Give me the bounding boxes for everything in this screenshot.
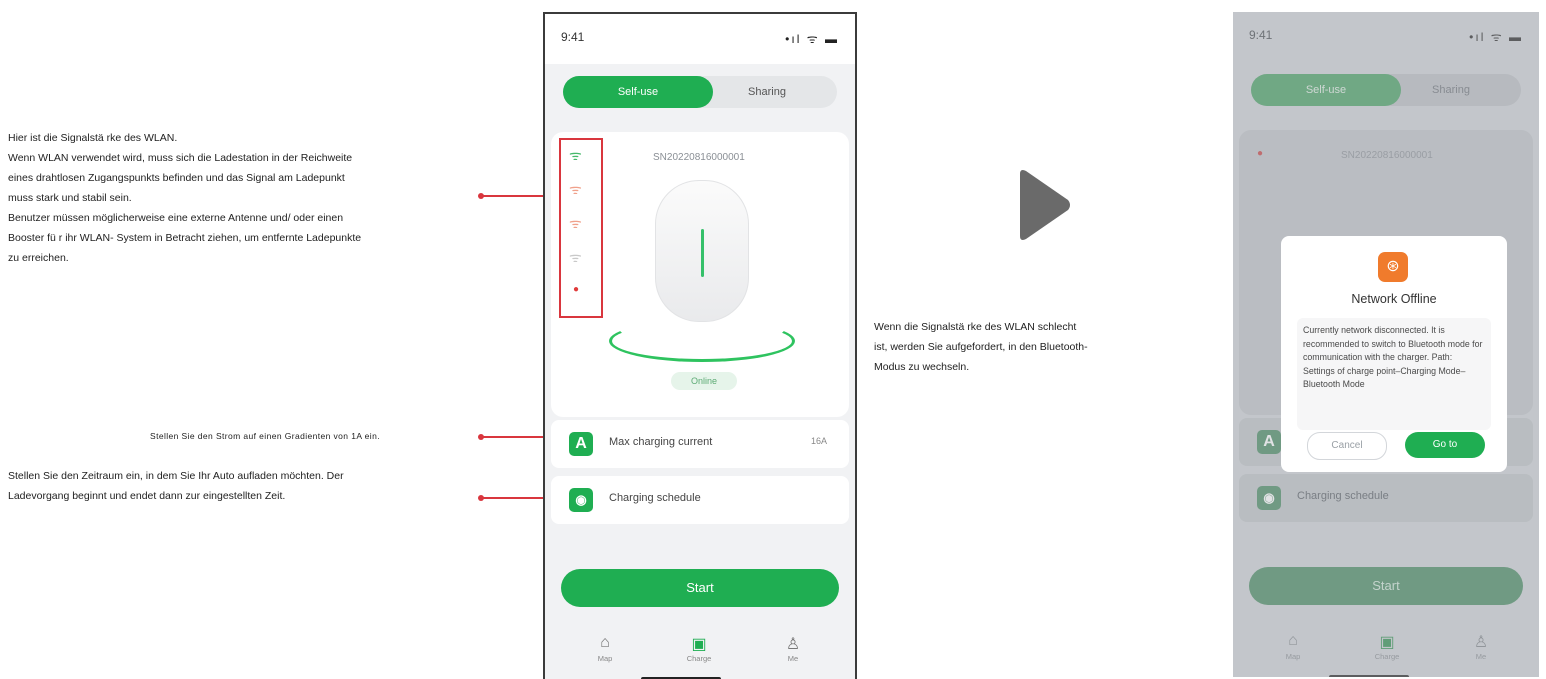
annotation-line: Modus zu wechseln. (874, 361, 970, 373)
cancel-button[interactable]: Cancel (1307, 432, 1387, 460)
mode-switch: Self-use Sharing (563, 76, 837, 108)
signal-annotation: Hier ist die Signalstä rke des WLAN. Wen… (8, 128, 361, 268)
current-icon: A (569, 432, 593, 456)
wifi-highlight-box (559, 138, 603, 318)
annotation-line: Stellen Sie den Zeitraum ein, in dem Sie… (8, 470, 344, 482)
nav-label: Map (597, 654, 613, 663)
status-bar: 9:41 •ıl ᯤ ▬ (545, 14, 855, 64)
charger-status-ring (609, 320, 795, 362)
annotation-line: muss stark und stabil sein. (8, 192, 132, 204)
status-icons: •ıl ᯤ ▬ (785, 32, 839, 46)
annotation-line: Stellen Sie den Strom auf einen Gradient… (150, 431, 380, 441)
annotation-line: zu erreichen. (8, 252, 69, 264)
charging-schedule-label: Charging schedule (609, 492, 701, 504)
nav-map[interactable]: ⌂ Map (575, 634, 635, 663)
status-badge: Online (671, 372, 737, 390)
nav-charge[interactable]: ▣ Charge (669, 634, 729, 663)
charger-device-image (655, 180, 749, 322)
phone-screen-main: 9:41 •ıl ᯤ ▬ Self-use Sharing SN20220816… (543, 12, 857, 679)
dialog-title: Network Offline (1351, 292, 1437, 306)
go-to-button[interactable]: Go to (1405, 432, 1485, 458)
phone-screen-offline: 9:41 •ıl ᯤ ▬ Self-use Sharing SN20220816… (1233, 12, 1539, 677)
charger-icon: ▣ (691, 636, 707, 653)
annotation-line: Hier ist die Signalstä rke des WLAN. (8, 132, 178, 144)
user-icon: ♙ (785, 636, 801, 653)
tab-self-use[interactable]: Self-use (563, 76, 713, 108)
charger-card: SN20220816000001 ᯤ ᯤ ᯤ ᯤ ● Online (551, 132, 849, 417)
offline-annotation: Wenn die Signalstä rke des WLAN schlecht… (874, 317, 1088, 377)
nav-label: Charge (686, 654, 712, 663)
status-time: 9:41 (561, 30, 585, 44)
router-icon: ⊛ (1378, 252, 1408, 282)
charging-schedule-row[interactable]: ◉ Charging schedule (551, 476, 849, 524)
schedule-icon: ◉ (569, 488, 593, 512)
annotation-line: Wenn WLAN verwendet wird, muss sich die … (8, 152, 353, 164)
annotation-line: ist, werden Sie aufgefordert, in den Blu… (874, 341, 1088, 353)
max-current-row[interactable]: A Max charging current 16A (551, 420, 849, 468)
charger-serial: SN20220816000001 (653, 152, 745, 163)
charger-status-light (701, 229, 704, 277)
annotation-line: Wenn die Signalstä rke des WLAN schlecht (874, 321, 1077, 333)
annotation-line: eines drahtlosen Zugangspunkts befinden … (8, 172, 345, 184)
tab-sharing[interactable]: Sharing (707, 76, 827, 108)
start-button[interactable]: Start (561, 569, 839, 607)
annotation-line: Benutzer müssen möglicherweise eine exte… (8, 212, 344, 224)
current-annotation: Stellen Sie den Strom auf einen Gradient… (150, 426, 380, 446)
nav-label: Me (787, 654, 799, 663)
dialog-message: Currently network disconnected. It is re… (1297, 318, 1491, 430)
network-offline-dialog: ⊛ Network Offline Currently network disc… (1281, 236, 1507, 472)
map-icon: ⌂ (600, 634, 610, 651)
max-current-value: 16A (810, 436, 827, 446)
schedule-annotation: Stellen Sie den Zeitraum ein, in dem Sie… (8, 466, 344, 506)
max-current-label: Max charging current (609, 436, 713, 448)
next-arrow-icon (1020, 170, 1070, 240)
nav-me[interactable]: ♙ Me (763, 634, 823, 663)
annotation-line: Booster fü r ihr WLAN- System in Betrach… (8, 232, 362, 244)
annotation-line: Ladevorgang beginnt und endet dann zur e… (8, 490, 286, 502)
